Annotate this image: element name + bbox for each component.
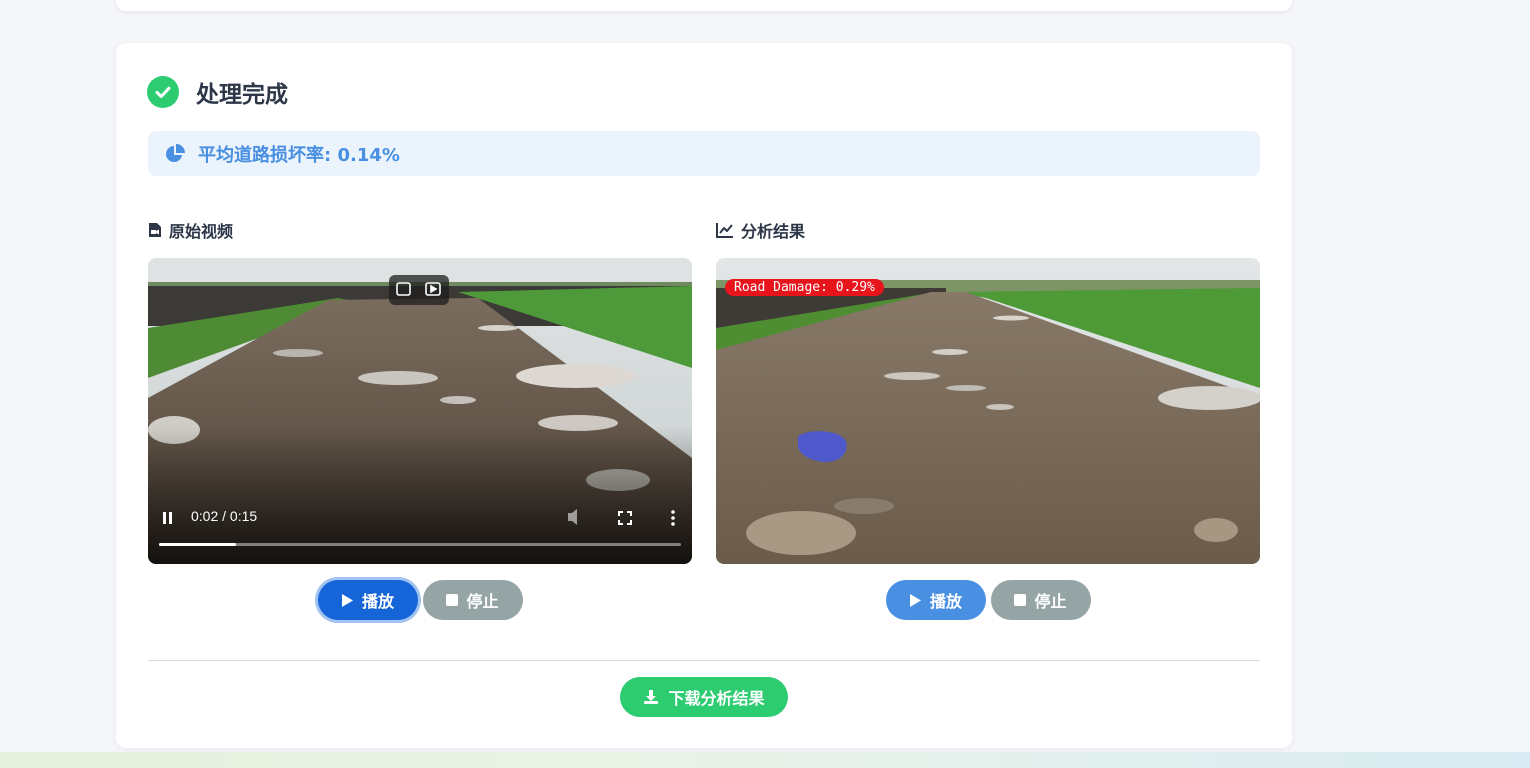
analysis-result-title: 分析结果 bbox=[741, 222, 806, 241]
analysis-result-heading: 分析结果 bbox=[716, 218, 1260, 242]
section-divider bbox=[148, 660, 1260, 661]
stop-icon bbox=[446, 594, 459, 606]
result-card: 处理完成 平均道路损坏率: 0.14% 原始视频 0:02 / 0:15 播放 … bbox=[116, 43, 1292, 748]
analyzed-road-frame bbox=[716, 258, 1260, 564]
result-header: 处理完成 bbox=[147, 75, 288, 109]
stop-icon bbox=[1014, 594, 1027, 606]
previous-card bbox=[116, 0, 1292, 11]
os-taskbar bbox=[0, 752, 1530, 768]
analysis-video-controls: 播放 停止 bbox=[716, 580, 1260, 620]
analysis-result-panel: 分析结果 Road Damage: 0.29% 播放 停止 bbox=[716, 218, 1260, 620]
play-icon bbox=[341, 593, 353, 607]
download-icon bbox=[644, 690, 659, 704]
original-video-controls: 播放 停止 bbox=[148, 580, 692, 620]
original-stop-button[interactable]: 停止 bbox=[422, 580, 523, 620]
analysis-stop-button[interactable]: 停止 bbox=[990, 580, 1091, 620]
analysis-video-player[interactable]: Road Damage: 0.29% bbox=[716, 258, 1260, 564]
road-damage-label: Road Damage: 0.29% bbox=[725, 279, 884, 296]
play-icon bbox=[909, 593, 921, 607]
download-results-button[interactable]: 下载分析结果 bbox=[620, 677, 788, 717]
original-video-title: 原始视频 bbox=[169, 222, 234, 241]
original-video-player[interactable]: 0:02 / 0:15 bbox=[148, 258, 692, 564]
original-video-panel: 原始视频 0:02 / 0:15 播放 停止 bbox=[148, 218, 692, 620]
original-video-heading: 原始视频 bbox=[148, 218, 692, 242]
result-title: 处理完成 bbox=[196, 82, 288, 108]
pie-chart-icon bbox=[166, 143, 185, 162]
analysis-play-button[interactable]: 播放 bbox=[885, 580, 986, 620]
line-chart-icon bbox=[716, 223, 733, 238]
average-damage-text: 平均道路损坏率: 0.14% bbox=[198, 144, 400, 166]
average-damage-banner: 平均道路损坏率: 0.14% bbox=[148, 131, 1260, 176]
check-circle-icon bbox=[147, 76, 179, 108]
video-time-readout: 0:02 / 0:15 bbox=[191, 508, 258, 524]
video-file-icon bbox=[149, 223, 161, 237]
original-play-button[interactable]: 播放 bbox=[317, 580, 418, 620]
